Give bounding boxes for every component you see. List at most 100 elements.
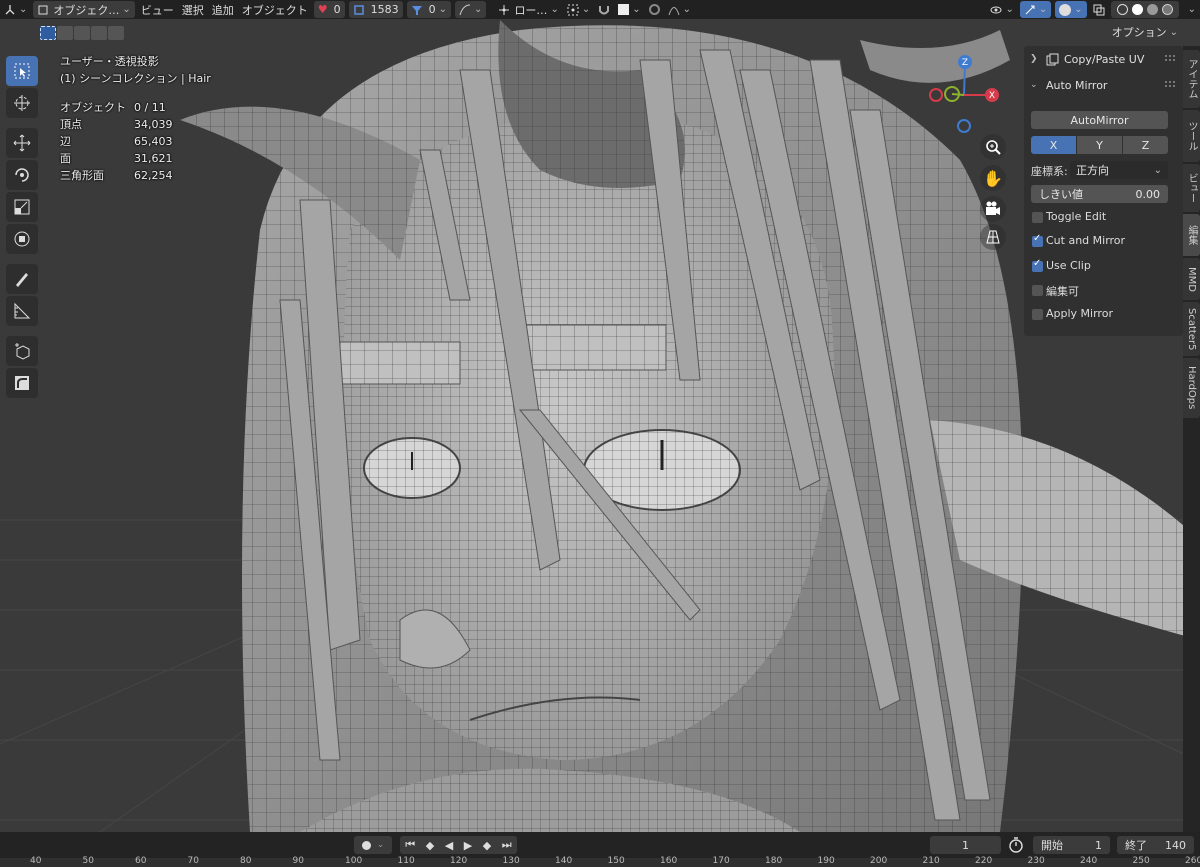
zoom-button[interactable]	[980, 134, 1006, 160]
editor-type-button[interactable]	[0, 1, 31, 18]
current-frame-field[interactable]: 1	[930, 836, 1001, 854]
ortho-toggle-button[interactable]	[980, 224, 1006, 250]
measure-tool[interactable]	[6, 296, 38, 326]
toggle-edit-checkbox[interactable]	[1032, 212, 1043, 223]
menu-view[interactable]: ビュー	[137, 1, 178, 18]
axis-y-label: Y	[1096, 138, 1103, 152]
scale-tool[interactable]	[6, 192, 38, 222]
tab-mmd[interactable]: MMD	[1183, 258, 1200, 300]
funnel-counter[interactable]: 0	[406, 1, 452, 18]
select-invert-icon[interactable]	[91, 26, 107, 40]
annotate-tool[interactable]	[6, 264, 38, 294]
falloff-dropdown[interactable]	[664, 1, 695, 18]
jump-end-icon[interactable]: ⏭	[502, 838, 512, 852]
menu-add[interactable]: 追加	[208, 1, 238, 18]
cut-and-mirror-checkbox[interactable]	[1032, 233, 1043, 247]
select-intersect-icon[interactable]	[108, 26, 124, 40]
cursor-icon	[14, 95, 30, 111]
prev-keyframe-icon[interactable]: ◆	[426, 839, 434, 852]
automirror-button[interactable]: AutoMirror	[1031, 111, 1168, 129]
square-icon	[618, 4, 630, 15]
jump-start-icon[interactable]: ⏮	[405, 838, 415, 852]
snap-target[interactable]	[614, 1, 644, 18]
axis-z-button[interactable]: Z	[1123, 136, 1168, 154]
ruler-tick: 170	[712, 856, 730, 866]
play-icon[interactable]: ▶	[464, 839, 472, 852]
tab-hardops[interactable]: HardOps	[1183, 358, 1200, 418]
snap-toggle[interactable]	[594, 1, 614, 18]
current-frame-value: 1	[962, 838, 969, 852]
curve-dropdown[interactable]	[455, 1, 487, 18]
axis-y-button[interactable]: Y	[1077, 136, 1122, 154]
gizmo-toggle[interactable]	[1019, 1, 1052, 18]
box-counter[interactable]: 1583	[348, 1, 403, 18]
material-shading-icon[interactable]	[1146, 4, 1158, 15]
play-reverse-icon[interactable]: ◀	[445, 839, 453, 852]
ruler-tick: 230	[1027, 856, 1045, 866]
xray-icon	[1093, 4, 1105, 15]
pan-button[interactable]: ✋	[980, 165, 1006, 191]
editable-checkbox[interactable]	[1032, 285, 1043, 296]
apply-mirror-checkbox[interactable]	[1032, 309, 1043, 320]
move-tool[interactable]	[6, 128, 38, 158]
stat-value: 0 / 11	[134, 101, 166, 114]
select-box-tool[interactable]	[6, 56, 38, 86]
rendered-shading-icon[interactable]	[1161, 4, 1173, 15]
current-frame-control: 1	[930, 836, 1001, 854]
select-subtract-icon[interactable]	[74, 26, 90, 40]
wireframe-shading-icon[interactable]	[1116, 4, 1128, 15]
object-mode-icon	[38, 5, 48, 14]
menu-select[interactable]: 選択	[178, 1, 208, 18]
camera-view-button[interactable]	[980, 196, 1006, 222]
tab-edit[interactable]: 編集	[1183, 214, 1200, 256]
navigation-gizmo[interactable]: Z X	[928, 50, 1008, 145]
copy-icon	[1046, 53, 1059, 65]
add-cube-tool[interactable]	[6, 336, 38, 366]
overlay-toggle[interactable]	[1055, 1, 1087, 18]
tab-scatter5[interactable]: Scatter5	[1183, 302, 1200, 356]
keyframe-toggle[interactable]: ⌄	[354, 836, 392, 854]
pivot-point[interactable]	[563, 1, 594, 18]
end-frame-field[interactable]: 終了 140	[1117, 836, 1194, 854]
ruler-tick: 260	[1185, 856, 1200, 866]
mode-select[interactable]: オブジェク…	[33, 1, 135, 18]
tab-tool[interactable]: ツール	[1183, 110, 1200, 162]
hardops-tool[interactable]	[6, 368, 38, 398]
menu-object[interactable]: オブジェクト	[238, 1, 312, 18]
copypaste-uv-header[interactable]: ❯ Copy/Paste UV	[1024, 46, 1183, 72]
grip-icon[interactable]	[1165, 55, 1175, 61]
axis-x-button[interactable]: X	[1031, 136, 1076, 154]
shading-dropdown[interactable]	[1181, 1, 1200, 18]
box-count: 1583	[370, 3, 399, 16]
start-value: 1	[1095, 838, 1102, 852]
axis-z-label: Z	[1141, 138, 1150, 152]
transform-orientation[interactable]: ロー…	[494, 1, 562, 18]
tab-edit-label: 編集	[1186, 225, 1197, 245]
rotate-tool[interactable]	[6, 160, 38, 190]
proportional-toggle[interactable]	[645, 1, 664, 18]
frame-ruler[interactable]: 40 50 60 70 80 90 100 110 120 130 140 150 160 170 180 1…	[0, 856, 1200, 867]
preview-range-toggle[interactable]	[1008, 836, 1024, 854]
coord-system-select[interactable]: 正方向 ⌄	[1070, 161, 1168, 179]
solid-shading-icon[interactable]	[1131, 4, 1143, 15]
record-button[interactable]: ⌄	[354, 836, 392, 854]
select-extend-icon[interactable]	[57, 26, 73, 40]
cursor-tool[interactable]	[6, 88, 38, 118]
tab-item[interactable]: アイテム	[1183, 50, 1200, 108]
ruler-tick: 190	[817, 856, 835, 866]
collection-info: (1) シーンコレクション | Hair	[60, 72, 211, 85]
visibility-dropdown[interactable]	[986, 1, 1017, 18]
next-keyframe-icon[interactable]: ◆	[483, 839, 491, 852]
threshold-field[interactable]: しきい値 0.00	[1031, 185, 1168, 203]
automirror-header[interactable]: ⌄ Auto Mirror	[1024, 72, 1183, 98]
tab-view[interactable]: ビュー	[1183, 164, 1200, 212]
start-frame-field[interactable]: 開始 1	[1033, 836, 1110, 854]
heart-counter[interactable]: ♥ 0	[313, 1, 345, 18]
use-clip-checkbox[interactable]	[1032, 258, 1043, 272]
options-dropdown[interactable]: オプション	[1103, 23, 1186, 41]
grip-icon[interactable]	[1165, 81, 1175, 87]
select-new-icon[interactable]	[40, 26, 56, 40]
xray-toggle[interactable]	[1089, 1, 1109, 18]
transform-tool[interactable]	[6, 224, 38, 254]
ruler-tick: 220	[975, 856, 993, 866]
